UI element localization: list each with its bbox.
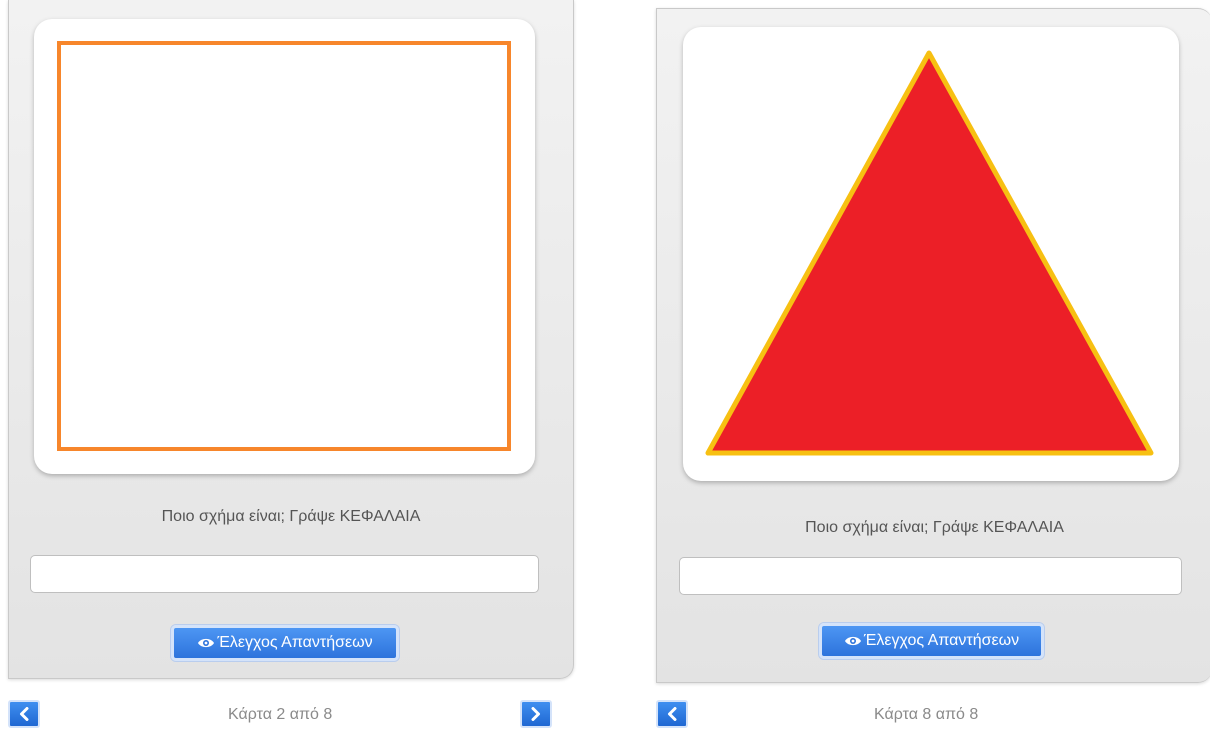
- card-counter: Κάρτα 8 από 8: [874, 706, 979, 723]
- check-answers-label: Έλεγχος Απαντήσεων: [217, 634, 373, 651]
- flashcard-panel-left: Ποιο σχήμα είναι; Γράψε ΚΕΦΑΛΑΙΑ Έλεγχος…: [8, 0, 574, 679]
- eye-icon: [198, 638, 215, 648]
- triangle-shape: [705, 50, 1154, 456]
- previous-card-button[interactable]: [656, 700, 688, 728]
- chevron-right-icon: [531, 707, 540, 721]
- flashcard-panel-right: Ποιο σχήμα είναι; Γράψε ΚΕΦΑΛΑΙΑ Έλεγχος…: [656, 8, 1210, 683]
- square-shape: [57, 41, 511, 451]
- eye-icon: [844, 636, 861, 646]
- next-card-button[interactable]: [520, 700, 552, 728]
- previous-card-button[interactable]: [8, 700, 40, 728]
- question-text: Ποιο σχήμα είναι; Γράψε ΚΕΦΑΛΑΙΑ: [805, 519, 1064, 536]
- answer-input[interactable]: [30, 555, 539, 593]
- check-answers-button[interactable]: Έλεγχος Απαντήσεων: [819, 623, 1044, 659]
- shape-card: [683, 27, 1179, 481]
- check-answers-label: Έλεγχος Απαντήσεων: [863, 632, 1020, 649]
- chevron-left-icon: [20, 707, 29, 721]
- shape-card: [34, 19, 535, 474]
- card-counter: Κάρτα 2 από 8: [228, 706, 333, 723]
- check-answers-button[interactable]: Έλεγχος Απαντήσεων: [171, 625, 399, 661]
- question-text: Ποιο σχήμα είναι; Γράψε ΚΕΦΑΛΑΙΑ: [161, 508, 421, 525]
- chevron-left-icon: [668, 707, 677, 721]
- answer-input[interactable]: [679, 557, 1182, 595]
